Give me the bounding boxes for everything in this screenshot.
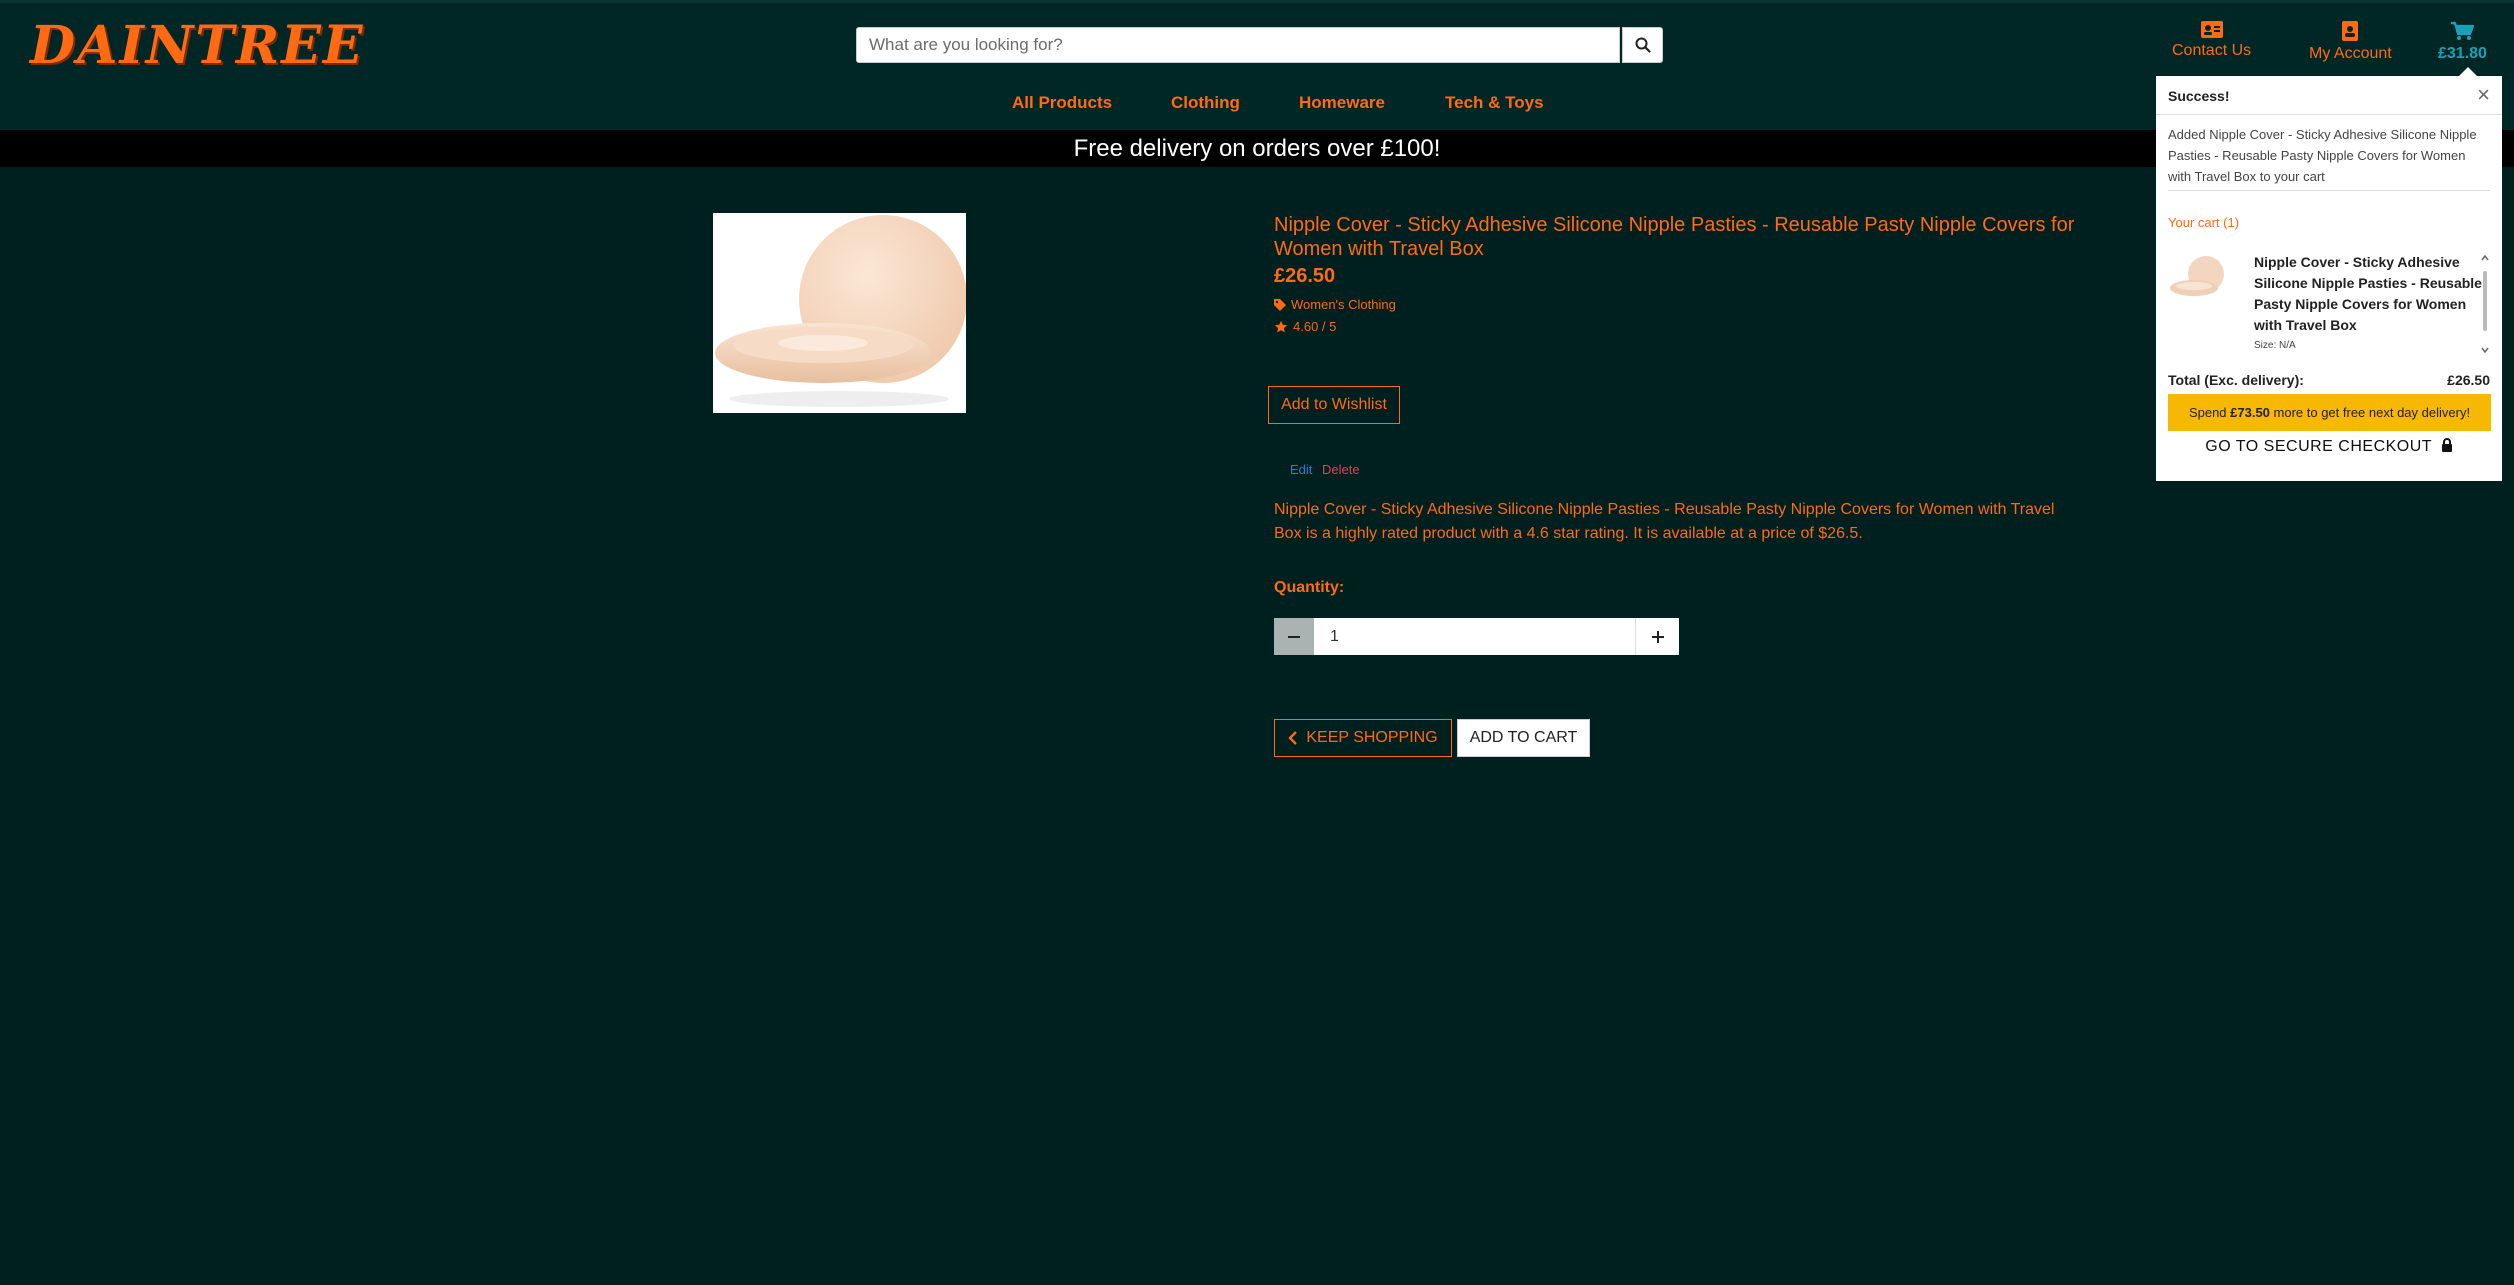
cart-item-size: Size: N/A <box>2254 340 2296 351</box>
product-category[interactable]: Women's Clothing <box>1274 297 1396 312</box>
nav-tech-toys[interactable]: Tech & Toys <box>1445 93 1544 113</box>
site-logo[interactable]: DAINTREE <box>30 15 364 76</box>
product-description: Nipple Cover - Sticky Adhesive Silicone … <box>1274 501 2055 542</box>
chevron-left-icon <box>1288 731 1298 745</box>
quantity-input[interactable]: 1 <box>1330 618 1339 655</box>
search-button[interactable] <box>1622 27 1663 63</box>
keep-shopping-label: KEEP SHOPPING <box>1306 729 1438 746</box>
close-icon[interactable]: × <box>2477 82 2490 108</box>
lock-icon <box>2441 438 2452 452</box>
popup-arrow <box>2459 67 2477 76</box>
popup-divider <box>2156 114 2502 115</box>
cart-item-thumbnail <box>2170 256 2224 296</box>
add-to-cart-button[interactable]: ADD TO CART <box>1457 719 1590 757</box>
tag-icon <box>1274 298 1286 311</box>
spend-amount: £73.50 <box>2230 405 2270 420</box>
popup-divider <box>2168 190 2490 191</box>
cart-popup: Success! × Added Nipple Cover - Sticky A… <box>2156 76 2502 481</box>
keep-shopping-button[interactable]: KEEP SHOPPING <box>1274 719 1452 757</box>
my-account-link[interactable]: My Account <box>2309 21 2392 63</box>
scrollbar-thumb[interactable] <box>2483 271 2487 331</box>
star-icon <box>1274 320 1288 332</box>
minus-icon <box>1288 635 1300 638</box>
chevron-down-icon <box>2481 347 2489 354</box>
product-title: Nipple Cover - Sticky Adhesive Silicone … <box>1274 214 2075 260</box>
delete-link[interactable]: Delete <box>1322 462 1360 477</box>
spend-prefix: Spend <box>2188 405 2231 420</box>
contact-card-icon <box>2200 21 2223 38</box>
cart-icon <box>2451 21 2475 40</box>
cart-item-name: Nipple Cover - Sticky Adhesive Silicone … <box>2254 254 2482 333</box>
product-price: £26.50 <box>1274 265 1336 287</box>
edit-link[interactable]: Edit <box>1290 462 1312 477</box>
rating-value: 4.60 / 5 <box>1293 319 1337 334</box>
product-rating: 4.60 / 5 <box>1274 319 1336 334</box>
search-input[interactable] <box>856 27 1620 63</box>
quantity-increment-button[interactable] <box>1635 618 1679 655</box>
secure-checkout-button[interactable]: GO TO SECURE CHECKOUT <box>2156 438 2502 456</box>
quantity-stepper: 1 <box>1274 618 1679 655</box>
nav-all-products[interactable]: All Products <box>1012 93 1112 113</box>
product-image <box>713 213 967 413</box>
quantity-decrement-button[interactable] <box>1274 618 1314 655</box>
spend-suffix: more to get free next day delivery! <box>2269 405 2471 420</box>
checkout-label: GO TO SECURE CHECKOUT <box>2205 438 2432 455</box>
promo-banner: Free delivery on orders over £100! <box>0 130 2514 167</box>
nav-clothing[interactable]: Clothing <box>1171 93 1240 113</box>
quantity-label: Quantity: <box>1274 579 1345 596</box>
contact-us-label: Contact Us <box>2172 42 2252 59</box>
cart-total-value: £26.50 <box>2447 372 2490 388</box>
plus-icon <box>1651 630 1664 643</box>
cart-total-label: Total (Exc. delivery): <box>2168 372 2304 388</box>
free-delivery-notice: Spend £73.50 more to get free next day d… <box>2168 394 2491 431</box>
popup-title: Success! <box>2168 88 2230 104</box>
cart-total: £31.80 <box>2438 45 2487 62</box>
category-label: Women's Clothing <box>1291 297 1396 312</box>
account-icon <box>2342 21 2359 41</box>
nav-homeware[interactable]: Homeware <box>1299 93 1385 113</box>
my-account-label: My Account <box>2309 45 2392 62</box>
add-to-wishlist-button[interactable]: Add to Wishlist <box>1268 386 1400 424</box>
chevron-up-icon <box>2481 254 2489 261</box>
top-header: DAINTREE Contact Us My Account <box>0 0 2514 133</box>
contact-us-link[interactable]: Contact Us <box>2172 21 2251 60</box>
your-cart-count[interactable]: Your cart (1) <box>2168 215 2239 230</box>
search-icon <box>1635 37 1651 53</box>
cart-link[interactable]: £31.80 <box>2438 21 2487 63</box>
popup-message: Added Nipple Cover - Sticky Adhesive Sil… <box>2168 127 2477 184</box>
